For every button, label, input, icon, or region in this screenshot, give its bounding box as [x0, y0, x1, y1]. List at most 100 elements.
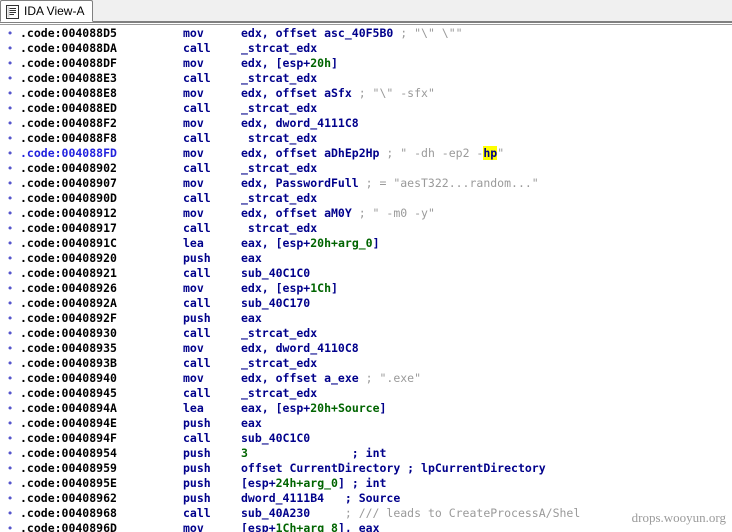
operand-number: 1Ch: [310, 281, 331, 295]
breakpoint-dot-icon[interactable]: •: [0, 191, 20, 206]
disasm-row[interactable]: •.code:004088D5movedx, offset asc_40F5B0…: [0, 26, 732, 41]
instruction-address: .code:0040892F: [20, 311, 183, 326]
disasm-row[interactable]: •.code:0040891Cleaeax, [esp+20h+arg_0]: [0, 236, 732, 251]
breakpoint-dot-icon[interactable]: •: [0, 26, 20, 41]
breakpoint-dot-icon[interactable]: •: [0, 176, 20, 191]
disasm-row[interactable]: •.code:004088EDcall_strcat_edx: [0, 101, 732, 116]
breakpoint-dot-icon[interactable]: •: [0, 161, 20, 176]
disasm-row[interactable]: •.code:0040892Fpusheax: [0, 311, 732, 326]
operand-text: edx, offset a_exe: [241, 371, 366, 385]
instruction-mnemonic: call: [183, 356, 241, 371]
instruction-operands: sub_40A230 ; /// leads to CreateProcessA…: [241, 506, 580, 521]
breakpoint-dot-icon[interactable]: •: [0, 431, 20, 446]
disasm-row[interactable]: •.code:00408930call_strcat_edx: [0, 326, 732, 341]
disasm-row[interactable]: •.code:00408912movedx, offset aM0Y ; " -…: [0, 206, 732, 221]
operand-text: eax, [esp+: [241, 236, 310, 250]
disasm-row[interactable]: •.code:00408959pushoffset CurrentDirecto…: [0, 461, 732, 476]
instruction-mnemonic: mov: [183, 521, 241, 532]
disasm-row[interactable]: •.code:0040894Epusheax: [0, 416, 732, 431]
breakpoint-dot-icon[interactable]: •: [0, 146, 20, 161]
breakpoint-dot-icon[interactable]: •: [0, 41, 20, 56]
breakpoint-dot-icon[interactable]: •: [0, 311, 20, 326]
disasm-row[interactable]: •.code:00408940movedx, offset a_exe ; ".…: [0, 371, 732, 386]
disasm-row[interactable]: •.code:0040894Fcallsub_40C1C0: [0, 431, 732, 446]
breakpoint-dot-icon[interactable]: •: [0, 461, 20, 476]
disassembly-listing[interactable]: •.code:004088D5movedx, offset asc_40F5B0…: [0, 26, 732, 532]
disasm-row[interactable]: •.code:00408902call_strcat_edx: [0, 161, 732, 176]
breakpoint-dot-icon[interactable]: •: [0, 476, 20, 491]
instruction-comment: ; Source: [345, 491, 400, 505]
breakpoint-dot-icon[interactable]: •: [0, 386, 20, 401]
disasm-row[interactable]: •.code:00408921callsub_40C1C0: [0, 266, 732, 281]
operand-text: sub_40C1C0: [241, 266, 310, 280]
instruction-comment: ; " -m0 -y": [359, 206, 435, 220]
breakpoint-dot-icon[interactable]: •: [0, 221, 20, 236]
instruction-comment: ; ".exe": [366, 371, 421, 385]
breakpoint-dot-icon[interactable]: •: [0, 56, 20, 71]
instruction-mnemonic: mov: [183, 371, 241, 386]
disasm-row[interactable]: •.code:0040892Acallsub_40C170: [0, 296, 732, 311]
highlighted-token[interactable]: hp: [483, 146, 497, 160]
breakpoint-dot-icon[interactable]: •: [0, 401, 20, 416]
disasm-row[interactable]: •.code:00408926movedx, [esp+1Ch]: [0, 281, 732, 296]
breakpoint-dot-icon[interactable]: •: [0, 416, 20, 431]
instruction-operands: [esp+1Ch+arg_8], eax: [241, 521, 380, 532]
disasm-row[interactable]: •.code:00408935movedx, dword_4110C8: [0, 341, 732, 356]
instruction-operands: dword_4111B4 ; Source: [241, 491, 400, 506]
disasm-row[interactable]: •.code:004088E3call_strcat_edx: [0, 71, 732, 86]
disasm-row[interactable]: •.code:00408920pusheax: [0, 251, 732, 266]
breakpoint-dot-icon[interactable]: •: [0, 266, 20, 281]
instruction-mnemonic: lea: [183, 401, 241, 416]
disasm-row[interactable]: •.code:004088FDmovedx, offset aDhEp2Hp ;…: [0, 146, 732, 161]
breakpoint-dot-icon[interactable]: •: [0, 491, 20, 506]
disasm-row[interactable]: •.code:00408917call strcat_edx: [0, 221, 732, 236]
disasm-row[interactable]: •.code:00408968callsub_40A230 ; /// lead…: [0, 506, 732, 521]
breakpoint-dot-icon[interactable]: •: [0, 71, 20, 86]
breakpoint-dot-icon[interactable]: •: [0, 236, 20, 251]
breakpoint-dot-icon[interactable]: •: [0, 356, 20, 371]
breakpoint-dot-icon[interactable]: •: [0, 341, 20, 356]
breakpoint-dot-icon[interactable]: •: [0, 101, 20, 116]
instruction-operands: _strcat_edx: [241, 161, 317, 176]
disasm-row[interactable]: •.code:0040893Bcall_strcat_edx: [0, 356, 732, 371]
disasm-row[interactable]: •.code:00408907movedx, PasswordFull ; = …: [0, 176, 732, 191]
breakpoint-dot-icon[interactable]: •: [0, 206, 20, 221]
disasm-row[interactable]: •.code:004088DFmovedx, [esp+20h]: [0, 56, 732, 71]
instruction-mnemonic: mov: [183, 116, 241, 131]
instruction-address: .code:00408954: [20, 446, 183, 461]
instruction-address: .code:004088ED: [20, 101, 183, 116]
breakpoint-dot-icon[interactable]: •: [0, 116, 20, 131]
breakpoint-dot-icon[interactable]: •: [0, 506, 20, 521]
disasm-row[interactable]: •.code:004088DAcall_strcat_edx: [0, 41, 732, 56]
disasm-row[interactable]: •.code:0040896Dmov[esp+1Ch+arg_8], eax: [0, 521, 732, 532]
disasm-row[interactable]: •.code:0040894Aleaeax, [esp+20h+Source]: [0, 401, 732, 416]
disasm-row[interactable]: •.code:0040895Epush[esp+24h+arg_0] ; int: [0, 476, 732, 491]
instruction-operands: sub_40C170: [241, 296, 310, 311]
breakpoint-dot-icon[interactable]: •: [0, 296, 20, 311]
breakpoint-dot-icon[interactable]: •: [0, 446, 20, 461]
operand-text: ]: [331, 281, 338, 295]
breakpoint-dot-icon[interactable]: •: [0, 251, 20, 266]
breakpoint-dot-icon[interactable]: •: [0, 86, 20, 101]
operand-text: ]: [373, 236, 380, 250]
breakpoint-dot-icon[interactable]: •: [0, 131, 20, 146]
breakpoint-dot-icon[interactable]: •: [0, 326, 20, 341]
instruction-operands: edx, offset aM0Y ; " -m0 -y": [241, 206, 435, 221]
instruction-operands: edx, dword_4110C8: [241, 341, 359, 356]
breakpoint-dot-icon[interactable]: •: [0, 371, 20, 386]
disasm-row[interactable]: •.code:004088F2movedx, dword_4111C8: [0, 116, 732, 131]
instruction-mnemonic: push: [183, 311, 241, 326]
operand-number: 20h: [310, 401, 331, 415]
breakpoint-dot-icon[interactable]: •: [0, 521, 20, 532]
disasm-row[interactable]: •.code:0040890Dcall_strcat_edx: [0, 191, 732, 206]
disasm-row[interactable]: •.code:004088E8movedx, offset aSfx ; "\"…: [0, 86, 732, 101]
instruction-address: .code:0040896D: [20, 521, 183, 532]
breakpoint-dot-icon[interactable]: •: [0, 281, 20, 296]
tab-ida-view-a[interactable]: IDA View-A: [0, 0, 93, 22]
operand-text: dword_4111B4: [241, 491, 345, 505]
disasm-row[interactable]: •.code:00408945call_strcat_edx: [0, 386, 732, 401]
operand-text: strcat_edx: [241, 131, 317, 145]
disasm-row[interactable]: •.code:00408962pushdword_4111B4 ; Source: [0, 491, 732, 506]
disasm-row[interactable]: •.code:00408954push3 ; int: [0, 446, 732, 461]
disasm-row[interactable]: •.code:004088F8call strcat_edx: [0, 131, 732, 146]
